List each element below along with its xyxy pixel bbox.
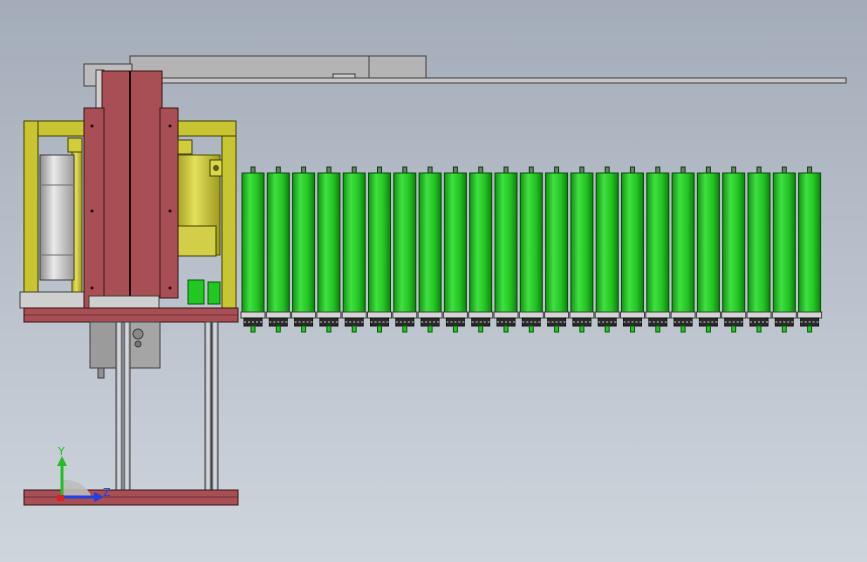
roller bbox=[746, 166, 772, 333]
roller bbox=[594, 166, 620, 333]
roller bbox=[620, 166, 645, 333]
cad-viewport[interactable]: Y Z bbox=[0, 0, 867, 562]
z-axis-label: Z bbox=[103, 486, 111, 499]
roller bbox=[493, 166, 519, 333]
roller bbox=[341, 166, 367, 333]
roller bbox=[468, 166, 494, 333]
roller bbox=[721, 166, 747, 333]
roller bbox=[291, 166, 317, 333]
coordinate-triad: Y Z bbox=[57, 445, 111, 502]
roller bbox=[645, 166, 671, 333]
roller bbox=[797, 166, 823, 333]
assembly-model[interactable]: Y Z bbox=[0, 0, 867, 562]
table-plate bbox=[23, 307, 239, 323]
roller bbox=[240, 166, 266, 333]
roller bbox=[367, 166, 392, 333]
roller bbox=[392, 166, 418, 333]
roller bbox=[316, 166, 342, 333]
roller bbox=[670, 166, 696, 333]
roller bbox=[569, 166, 595, 333]
roller bbox=[544, 166, 570, 333]
base-plate bbox=[23, 489, 239, 506]
x-axis-marker bbox=[57, 495, 64, 501]
roller bbox=[518, 166, 544, 333]
roller bbox=[695, 166, 721, 333]
roller-row bbox=[240, 166, 823, 333]
roller bbox=[265, 166, 291, 333]
roller bbox=[417, 166, 443, 333]
y-axis-label: Y bbox=[57, 445, 65, 458]
roller bbox=[442, 166, 468, 333]
roller bbox=[771, 166, 797, 333]
top-arm bbox=[83, 55, 847, 109]
